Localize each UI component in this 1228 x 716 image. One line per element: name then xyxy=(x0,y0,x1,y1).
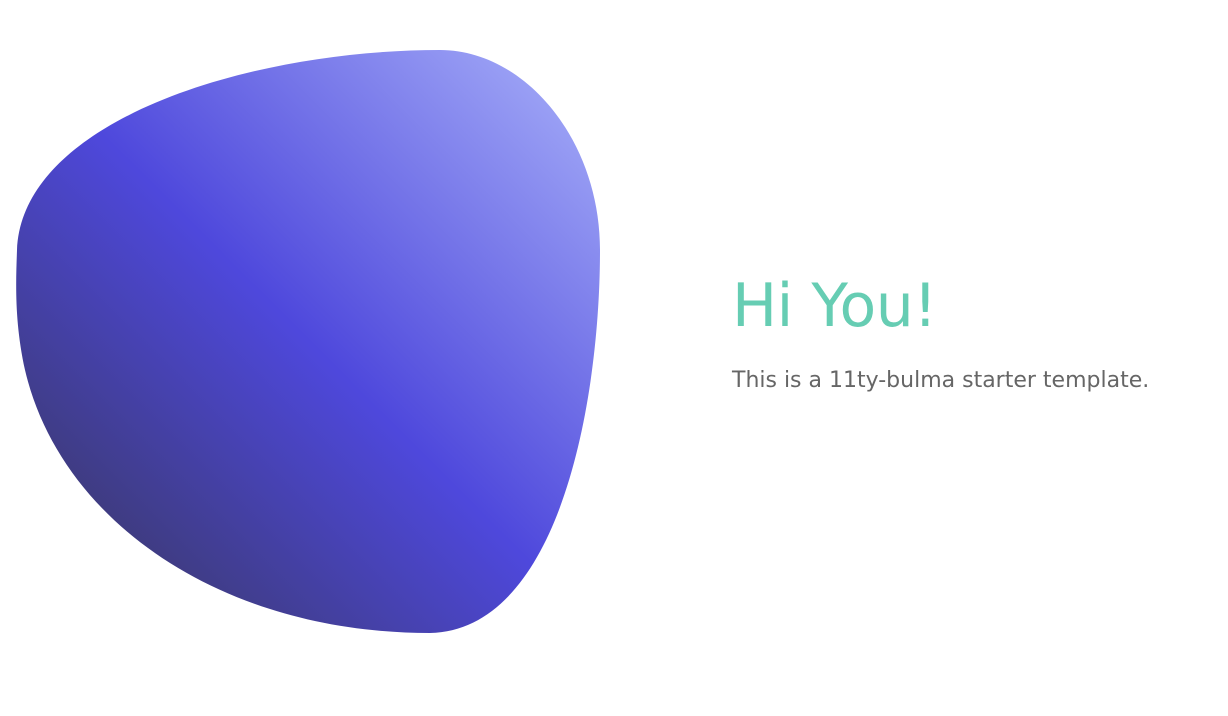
blob-illustration xyxy=(0,0,640,716)
hero-subtitle: This is a 11ty-bulma starter template. xyxy=(732,368,1150,393)
hero-text-block: Hi You! This is a 11ty-bulma starter tem… xyxy=(732,268,1212,396)
gradient-blob-icon xyxy=(16,50,601,633)
hero-title: Hi You! xyxy=(732,271,937,341)
blob-shape xyxy=(16,50,601,633)
hero-section: Hi You! This is a 11ty-bulma starter tem… xyxy=(0,0,1228,716)
